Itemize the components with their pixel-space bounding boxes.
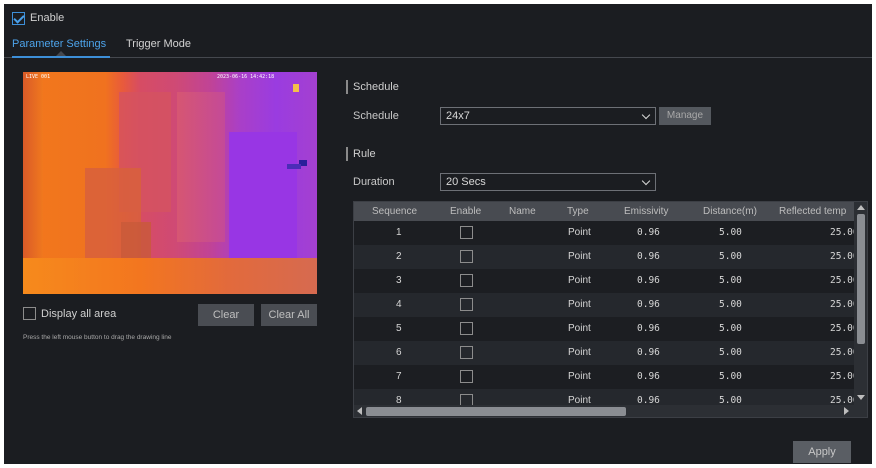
row-distance: 5.00 (719, 299, 742, 310)
row-distance: 5.00 (719, 323, 742, 334)
row-emissivity: 0.96 (637, 347, 660, 358)
preview-doorway (177, 92, 225, 242)
row-enable-checkbox[interactable] (460, 298, 473, 311)
table-row[interactable]: 7 Point 0.96 5.00 25.00 (354, 365, 867, 389)
schedule-select[interactable]: 24x7 (440, 107, 656, 125)
row-distance: 5.00 (719, 347, 742, 358)
enable-checkbox[interactable] (12, 11, 25, 25)
table-row[interactable]: 1 Point 0.96 5.00 25.00 (354, 221, 867, 245)
table-row[interactable]: 5 Point 0.96 5.00 25.00 (354, 317, 867, 341)
row-emissivity: 0.96 (637, 227, 660, 238)
preview-floor (23, 258, 317, 294)
display-all-area-label: Display all area (41, 307, 117, 320)
preview-lamp (293, 84, 299, 92)
scroll-up-arrow-icon[interactable] (857, 205, 865, 210)
row-emissivity: 0.96 (637, 251, 660, 262)
row-enable-checkbox[interactable] (460, 250, 473, 263)
rule-table: Sequence Enable Name Type Emissivity Dis… (353, 201, 868, 418)
schedule-section-marker (346, 80, 348, 94)
column-header-enable[interactable]: Enable (450, 206, 481, 217)
row-type: Point (568, 347, 591, 358)
row-type: Point (568, 299, 591, 310)
chevron-down-icon (641, 110, 651, 120)
row-emissivity: 0.96 (637, 371, 660, 382)
column-header-sequence[interactable]: Sequence (372, 206, 417, 217)
row-sequence: 3 (396, 275, 402, 286)
preview-timestamp: 2023-06-16 14:42:18 (217, 74, 275, 80)
row-type: Point (568, 323, 591, 334)
row-distance: 5.00 (719, 371, 742, 382)
row-type: Point (568, 227, 591, 238)
horizontal-scrollbar[interactable] (354, 405, 867, 417)
scroll-left-arrow-icon[interactable] (357, 407, 362, 415)
row-sequence: 2 (396, 251, 402, 262)
column-header-distance[interactable]: Distance(m) (703, 206, 757, 217)
row-enable-checkbox[interactable] (460, 226, 473, 239)
tab-trigger-mode[interactable]: Trigger Mode (126, 38, 191, 50)
schedule-select-value: 24x7 (446, 110, 470, 122)
preview-wall-purple (229, 132, 297, 262)
row-distance: 5.00 (719, 251, 742, 262)
row-sequence: 4 (396, 299, 402, 310)
duration-select[interactable]: 20 Secs (440, 173, 656, 191)
table-row[interactable]: 6 Point 0.96 5.00 25.00 (354, 341, 867, 365)
manage-button[interactable]: Manage (659, 107, 711, 125)
table-row[interactable]: 4 Point 0.96 5.00 25.00 (354, 293, 867, 317)
schedule-field-label: Schedule (353, 110, 399, 122)
vertical-scroll-thumb[interactable] (857, 214, 865, 344)
row-enable-checkbox[interactable] (460, 370, 473, 383)
drawing-hint: Press the left mouse button to drag the … (23, 334, 172, 341)
table-row[interactable]: 2 Point 0.96 5.00 25.00 (354, 245, 867, 269)
row-enable-checkbox[interactable] (460, 322, 473, 335)
row-emissivity: 0.96 (637, 323, 660, 334)
table-header: Sequence Enable Name Type Emissivity Dis… (354, 202, 867, 221)
tab-bar: Parameter Settings Trigger Mode (4, 34, 872, 58)
duration-select-value: 20 Secs (446, 176, 486, 188)
row-distance: 5.00 (719, 275, 742, 286)
row-sequence: 7 (396, 371, 402, 382)
row-type: Point (568, 275, 591, 286)
rule-section-title: Rule (353, 148, 376, 160)
display-all-area-row[interactable]: Display all area (23, 307, 116, 320)
enable-row[interactable]: Enable (12, 11, 64, 25)
row-emissivity: 0.96 (637, 299, 660, 310)
display-all-area-checkbox[interactable] (23, 307, 36, 320)
thermal-preview[interactable]: LIVE 001 2023-06-16 14:42:18 (23, 72, 317, 294)
scroll-down-arrow-icon[interactable] (857, 395, 865, 400)
row-distance: 5.00 (719, 227, 742, 238)
preview-channel-label: LIVE 001 (26, 74, 51, 80)
duration-field-label: Duration (353, 176, 395, 188)
schedule-section-title: Schedule (353, 81, 399, 93)
vertical-scrollbar[interactable] (854, 202, 867, 405)
row-enable-checkbox[interactable] (460, 346, 473, 359)
row-type: Point (568, 251, 591, 262)
rule-section-marker (346, 147, 348, 161)
clear-all-button[interactable]: Clear All (261, 304, 317, 326)
table-row[interactable]: 3 Point 0.96 5.00 25.00 (354, 269, 867, 293)
active-tab-indicator (12, 56, 110, 58)
clear-button[interactable]: Clear (198, 304, 254, 326)
preview-chair (121, 222, 151, 262)
column-header-emissivity[interactable]: Emissivity (624, 206, 668, 217)
preview-hot-spot-2 (287, 164, 301, 169)
column-header-reflected-temp[interactable]: Reflected temp (779, 206, 846, 217)
row-type: Point (568, 371, 591, 382)
enable-label: Enable (30, 12, 65, 24)
window: Enable Parameter Settings Trigger Mode L… (4, 4, 872, 464)
row-sequence: 6 (396, 347, 402, 358)
scroll-right-arrow-icon[interactable] (844, 407, 849, 415)
row-enable-checkbox[interactable] (460, 274, 473, 287)
tab-parameter-settings[interactable]: Parameter Settings (12, 38, 106, 50)
apply-button[interactable]: Apply (793, 441, 851, 463)
column-header-name[interactable]: Name (509, 206, 536, 217)
horizontal-scroll-thumb[interactable] (366, 407, 626, 416)
active-tab-caret-icon (56, 51, 66, 56)
chevron-down-icon (641, 176, 651, 186)
column-header-type[interactable]: Type (567, 206, 589, 217)
row-emissivity: 0.96 (637, 275, 660, 286)
row-sequence: 5 (396, 323, 402, 334)
row-sequence: 1 (396, 227, 402, 238)
